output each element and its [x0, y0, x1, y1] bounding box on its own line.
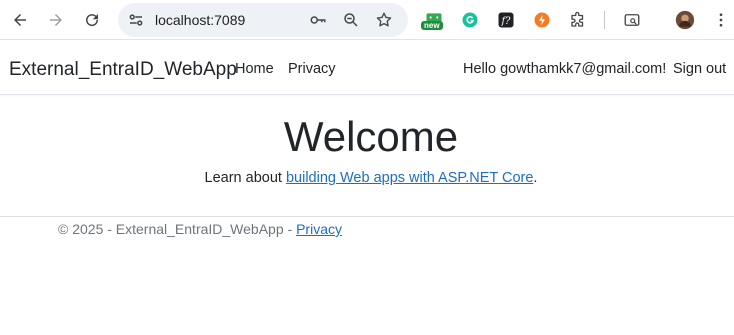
learn-paragraph: Learn about building Web apps with ASP.N… — [0, 170, 734, 186]
arrow-left-icon — [14, 14, 26, 26]
arrow-right-icon — [50, 14, 62, 26]
lightning-icon — [534, 12, 550, 28]
profile-button[interactable] — [674, 9, 696, 31]
grammarly-icon — [462, 12, 478, 28]
svg-text:f?: f? — [501, 16, 512, 27]
forward-button[interactable] — [45, 9, 67, 31]
address-bar[interactable]: localhost:7089 — [118, 3, 408, 37]
window-search-icon — [624, 14, 640, 26]
url-text[interactable]: localhost:7089 — [155, 12, 245, 28]
puzzle-icon — [571, 11, 584, 27]
zoom-icon[interactable] — [342, 11, 360, 29]
user-greeting: Hello gowthamkk7@gmail.com! — [463, 61, 667, 77]
site-settings-icon[interactable] — [127, 11, 145, 29]
orange-extension-button[interactable] — [531, 9, 553, 31]
search-tab-button[interactable] — [621, 9, 643, 31]
grammarly-extension-button[interactable] — [459, 9, 481, 31]
nav-home-link[interactable]: Home — [235, 61, 274, 77]
learn-suffix: . — [533, 170, 538, 186]
new-extension-button[interactable]: new — [421, 9, 445, 31]
function-icon: f? — [498, 12, 514, 28]
footer-divider — [0, 216, 734, 217]
formula-extension-button[interactable]: f? — [495, 9, 517, 31]
toolbar-separator — [604, 11, 605, 29]
bookmark-star-icon[interactable] — [375, 11, 393, 29]
back-button[interactable] — [9, 9, 31, 31]
key-icon[interactable] — [309, 11, 327, 29]
nav-privacy-link[interactable]: Privacy — [288, 61, 336, 77]
footer-text: © 2025 - External_EntraID_WebApp - — [58, 221, 297, 237]
browser-menu-button[interactable] — [710, 9, 732, 31]
new-badge: new — [421, 21, 443, 30]
learn-prefix: Learn about — [204, 170, 286, 186]
reload-icon — [86, 14, 99, 27]
reload-button[interactable] — [81, 9, 103, 31]
avatar — [675, 10, 695, 30]
kebab-menu-icon — [719, 13, 723, 27]
browser-toolbar: localhost:7089 new f? — [0, 0, 734, 40]
footer-privacy-link[interactable]: Privacy — [296, 221, 342, 237]
page-title: Welcome — [283, 113, 459, 160]
sign-out-link[interactable]: Sign out — [673, 61, 726, 77]
extensions-button[interactable] — [567, 9, 589, 31]
aspnet-docs-link[interactable]: building Web apps with ASP.NET Core — [286, 170, 533, 186]
app-navbar: External_EntraID_WebApp Home Privacy Hel… — [0, 41, 734, 95]
footer: © 2025 - External_EntraID_WebApp - Priva… — [58, 221, 342, 237]
brand-link[interactable]: External_EntraID_WebApp — [9, 59, 237, 81]
